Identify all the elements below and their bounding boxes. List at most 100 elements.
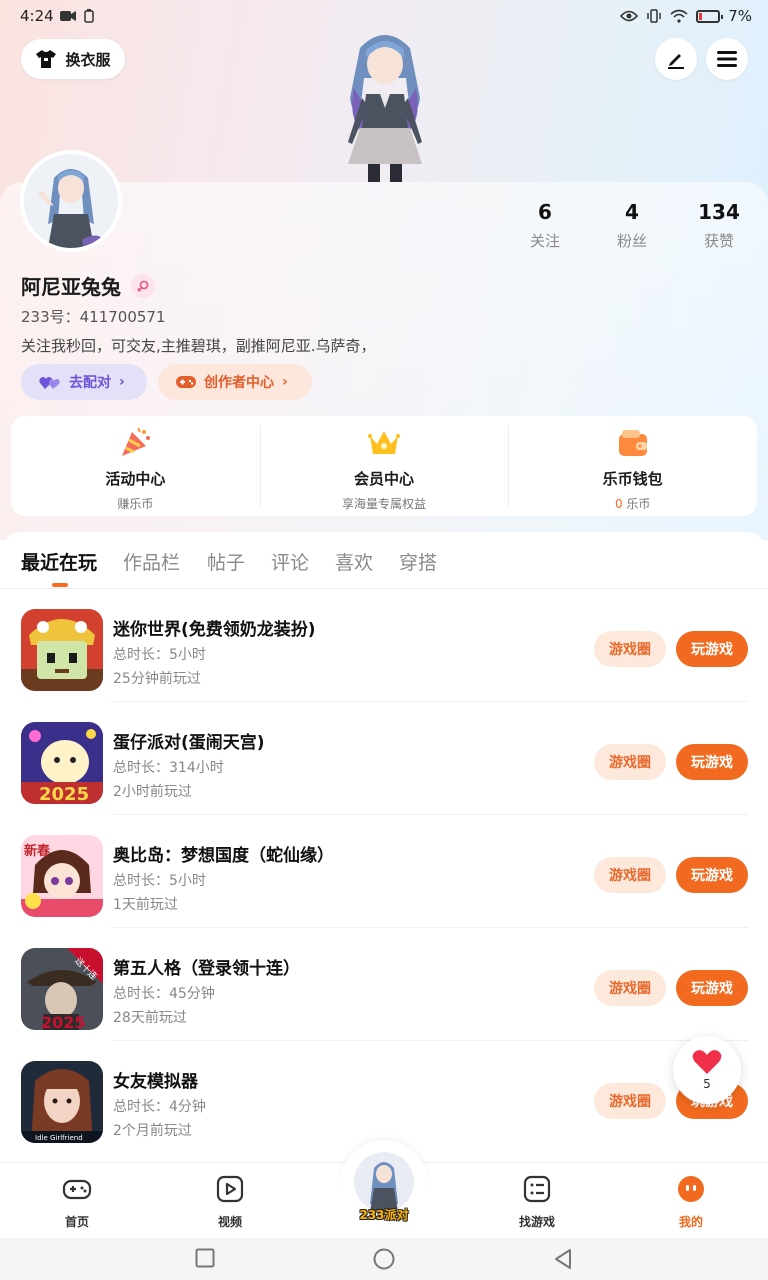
recent-apps-icon[interactable]: [195, 1248, 215, 1268]
game-icon-mini-world: [21, 609, 103, 691]
chevron-right-icon: ›: [282, 374, 288, 390]
membership-center-title: 会员中心: [354, 470, 415, 488]
user-bio: 关注我秒回，可交友,主推碧琪，副推阿尼亚.乌萨奇，: [21, 337, 376, 355]
battery-percent: 7%: [728, 7, 752, 25]
wallet-icon: [618, 430, 647, 456]
nav-me[interactable]: 我的: [651, 1174, 731, 1230]
creator-center-button[interactable]: 创作者中心 ›: [158, 364, 312, 400]
change-outfit-label: 换衣服: [65, 50, 111, 69]
membership-center-entry[interactable]: 会员中心 享海量专属权益: [259, 416, 509, 516]
identity-v-year: 2025: [41, 1013, 86, 1030]
tab-likes[interactable]: 喜欢: [335, 548, 373, 575]
game-circle-button[interactable]: 游戏圈: [594, 631, 666, 667]
tab-comments[interactable]: 评论: [271, 548, 309, 575]
likes-label: 获赞: [703, 232, 734, 250]
game-circle-button[interactable]: 游戏圈: [594, 970, 666, 1006]
game-last-played: 25分钟前玩过: [113, 671, 201, 687]
game-circle-button[interactable]: 游戏圈: [594, 744, 666, 780]
activity-center-entry[interactable]: 活动中心 赚乐币: [11, 416, 260, 516]
heart-count: 5: [703, 1077, 711, 1091]
party-popper-icon: [122, 427, 151, 456]
play-game-button[interactable]: 玩游戏: [676, 631, 748, 667]
tab-recently-played[interactable]: 最近在玩: [21, 548, 97, 575]
game-circle-button[interactable]: 游戏圈: [594, 857, 666, 893]
nav-party-avatar[interactable]: [354, 1152, 414, 1212]
list-item[interactable]: 迷你世界(免费领奶龙装扮) 总时长：5小时 25分钟前玩过 游戏圈 玩游戏: [0, 589, 768, 702]
profile-tabs: 最近在玩 作品栏 帖子 评论 喜欢 穿搭: [0, 532, 768, 588]
home-icon[interactable]: [373, 1248, 395, 1270]
list-item[interactable]: Idle Girlfriend 女友模拟器 总时长：4分钟 2个月前玩过 游戏圈…: [0, 1041, 768, 1154]
tab-works[interactable]: 作品栏: [123, 548, 180, 575]
activity-center-subtitle: 赚乐币: [117, 497, 154, 511]
double-heart-icon: [39, 377, 60, 389]
game-circle-button[interactable]: 游戏圈: [594, 1083, 666, 1119]
stat-likes[interactable]: 134 获赞: [679, 200, 759, 251]
coin-unit: 乐币: [626, 497, 651, 511]
stat-following[interactable]: 6 关注: [505, 200, 585, 251]
game-title: 奥比岛：梦想国度（蛇仙缘）: [113, 846, 334, 866]
game-icon-eggy-party: 2025: [21, 722, 103, 804]
hamburger-menu-icon: [717, 51, 737, 67]
nav-home[interactable]: 首页: [37, 1174, 117, 1230]
following-label: 关注: [529, 232, 560, 250]
game-title: 女友模拟器: [113, 1072, 198, 1092]
list-item[interactable]: 新春 奥比岛：梦想国度（蛇仙缘） 总时长：5小时 1天前玩过 游戏圈 玩游戏: [0, 815, 768, 928]
gamepad-icon: [176, 376, 196, 388]
membership-center-subtitle: 享海量专属权益: [342, 497, 427, 511]
smiley-face-icon: [678, 1176, 704, 1202]
username: 阿尼亚兔兔: [21, 275, 121, 299]
game-last-played: 1天前玩过: [113, 897, 178, 913]
game-last-played: 2小时前玩过: [113, 784, 192, 800]
nav-find-games-label: 找游戏: [518, 1215, 555, 1229]
wifi-icon: [670, 9, 688, 23]
heart-icon: [692, 1050, 722, 1074]
nav-video[interactable]: 视频: [190, 1174, 270, 1230]
eggy-party-year: 2025: [39, 784, 89, 804]
status-time: 4:24: [20, 7, 54, 25]
fans-label: 粉丝: [616, 232, 647, 250]
avatar-figure[interactable]: [330, 28, 440, 182]
edit-profile-button[interactable]: [655, 38, 697, 80]
user-id: 233号：411700571: [21, 308, 166, 326]
battery-icon: [696, 9, 724, 23]
coin-wallet-title: 乐币钱包: [602, 470, 663, 488]
play-game-button[interactable]: 玩游戏: [676, 857, 748, 893]
girlfriend-simulator-caption: Idle Girlfriend: [35, 1134, 83, 1142]
change-outfit-button[interactable]: 换衣服: [21, 39, 125, 79]
game-list-icon: [523, 1175, 551, 1203]
game-title: 迷你世界(免费领奶龙装扮): [113, 620, 316, 640]
menu-button[interactable]: [706, 38, 748, 80]
game-duration: 总时长：5小时: [113, 647, 206, 663]
activity-center-title: 活动中心: [105, 470, 166, 488]
list-item[interactable]: 2025 蛋仔派对(蛋闹天宫) 总时长：314小时 2小时前玩过 游戏圈 玩游戏: [0, 702, 768, 815]
play-game-button[interactable]: 玩游戏: [676, 744, 748, 780]
battery-saver-icon: [84, 9, 94, 23]
profile-avatar[interactable]: [20, 150, 122, 252]
game-last-played: 2个月前玩过: [113, 1123, 192, 1139]
game-duration: 总时长：4分钟: [113, 1099, 206, 1115]
tshirt-icon: [36, 50, 57, 68]
game-icon-identity-v: 送十连 2025: [21, 948, 103, 1030]
play-video-icon: [216, 1175, 244, 1203]
following-count: 6: [538, 200, 552, 224]
game-duration: 总时长：45分钟: [113, 986, 215, 1002]
pen-icon: [668, 54, 684, 69]
match-label: 去配对: [69, 375, 111, 391]
nav-party-label[interactable]: 233派对: [352, 1206, 416, 1223]
match-button[interactable]: 去配对 ›: [21, 364, 147, 400]
nav-find-games[interactable]: 找游戏: [497, 1174, 577, 1230]
list-item[interactable]: 送十连 2025 第五人格（登录领十连） 总时长：45分钟 28天前玩过 游戏圈 …: [0, 928, 768, 1041]
tab-outfits[interactable]: 穿搭: [399, 548, 437, 575]
eye-icon: [620, 10, 639, 22]
tab-posts[interactable]: 帖子: [207, 548, 245, 575]
back-icon[interactable]: [553, 1248, 573, 1270]
floating-heart-button[interactable]: 5: [673, 1036, 741, 1104]
obi-island-badge: 新春: [24, 843, 51, 859]
creator-center-label: 创作者中心: [204, 375, 274, 391]
party-avatar-image: [354, 1152, 414, 1212]
coin-wallet-entry[interactable]: 乐币钱包 0 乐币: [508, 416, 757, 516]
stat-fans[interactable]: 4 粉丝: [592, 200, 672, 251]
play-game-button[interactable]: 玩游戏: [676, 970, 748, 1006]
active-tab-indicator: [52, 583, 68, 587]
nav-home-label: 首页: [64, 1215, 89, 1229]
